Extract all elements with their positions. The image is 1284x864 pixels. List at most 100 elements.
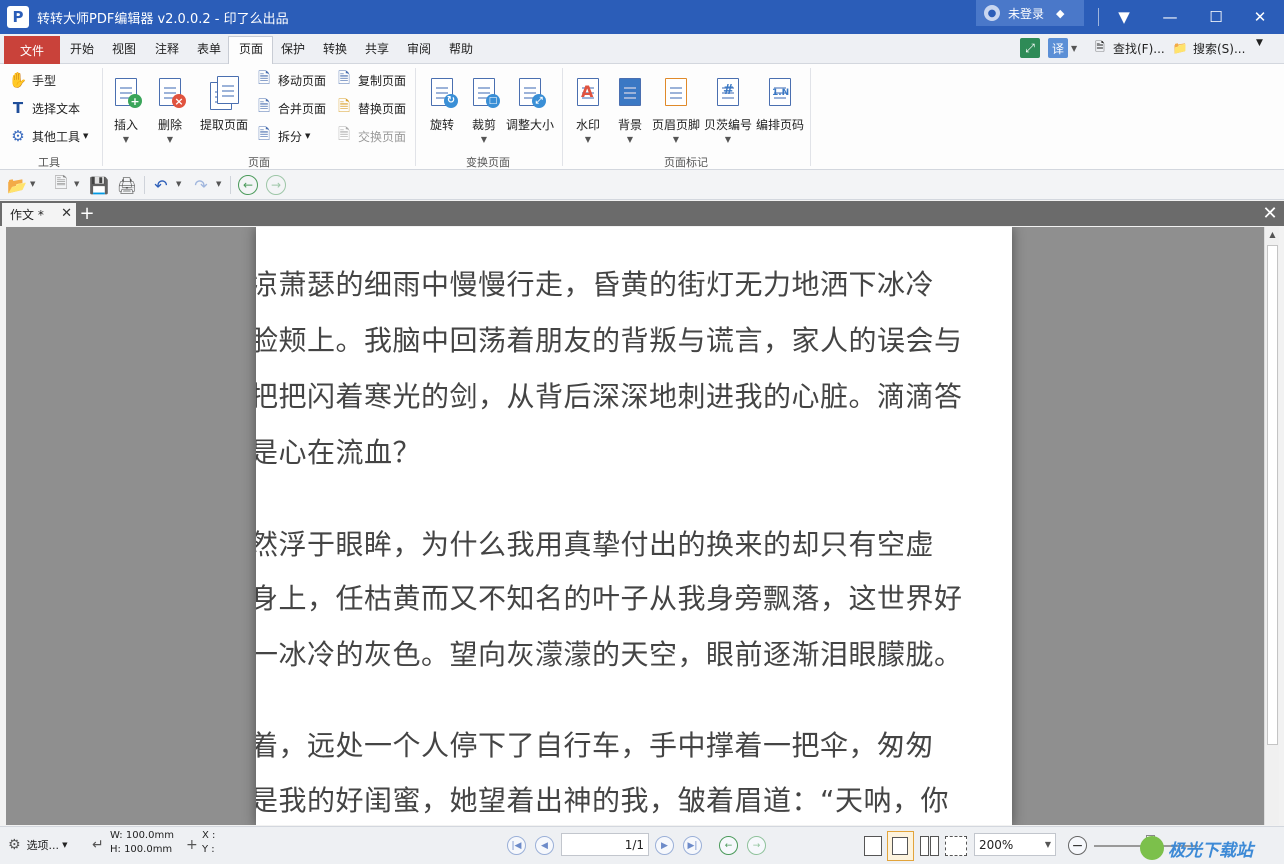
swap-page-icon: 🗎 (337, 124, 351, 143)
chevron-down-icon[interactable]: ▼ (216, 180, 221, 188)
page-text-line: 是我的好闺蜜，她望着出神的我，皱着眉道：“天呐，你 (256, 784, 950, 817)
print-icon[interactable]: 🖨 (116, 174, 138, 196)
add-tab-button[interactable]: + (78, 203, 96, 224)
minimize-button[interactable]: — (1150, 0, 1190, 34)
other-tools-button[interactable]: ⚙ 其他工具 ▼ (8, 126, 88, 146)
chevron-down-icon[interactable]: ▼ (74, 180, 79, 188)
insert-page-icon: + (110, 76, 142, 110)
menu-share[interactable]: 共享 (365, 40, 389, 57)
find-button[interactable]: 🗎 查找(F)... (1090, 38, 1165, 58)
close-button[interactable]: ✕ (1240, 0, 1280, 34)
group-label-transform: 变换页面 (466, 156, 510, 169)
background-button[interactable]: 背景 ▼ (614, 76, 646, 145)
fullscreen-icon: ⤢ (1020, 38, 1040, 58)
watermark-button[interactable]: A 水印 ▼ (572, 76, 604, 145)
document-tab-bar: 作文 * ✕ + ✕ (0, 201, 1284, 226)
single-page-view-icon[interactable] (864, 836, 882, 856)
login-button[interactable]: ● 未登录 ◆ (976, 0, 1084, 26)
close-tab-icon[interactable]: ✕ (61, 206, 72, 221)
undo-icon[interactable]: ↶ (150, 174, 172, 196)
rotate-button[interactable]: ↻ 旋转 (426, 76, 458, 133)
find-icon: 🗎 (1095, 39, 1105, 54)
grid-view-icon[interactable] (945, 836, 967, 856)
page-text-line: 脸颊上。我脑中回荡着朋友的背叛与谎言，家人的误会与 (256, 324, 963, 357)
menu-more-button[interactable]: ▼ (1256, 38, 1263, 48)
menu-protect[interactable]: 保护 (281, 40, 305, 57)
merge-page-label: 合并页面 (278, 101, 327, 116)
translate-button[interactable]: 译 ▼ (1048, 38, 1077, 58)
menu-view[interactable]: 视图 (112, 40, 136, 57)
zoom-value: 200% (979, 837, 1014, 852)
chevron-down-icon: ▼ (672, 135, 680, 144)
user-icon: ● (984, 5, 1000, 21)
chevron-down-icon: ▼ (166, 135, 174, 144)
titlebar-separator (1098, 8, 1099, 26)
header-footer-label: 页眉页脚 (652, 118, 701, 132)
copy-page-button[interactable]: 🗎 复制页面 (334, 68, 406, 90)
delete-label: 删除 (157, 118, 182, 132)
copy-page-icon: 🗎 (337, 68, 351, 87)
extract-page-button[interactable]: 提取页面 (200, 76, 248, 133)
forward-button[interactable]: → (265, 174, 287, 196)
back-button[interactable]: ← (237, 174, 259, 196)
document-tab[interactable]: 作文 * ✕ (2, 203, 76, 226)
crop-icon: □ (468, 76, 500, 110)
page-number-input[interactable]: 1/1 (561, 833, 649, 856)
title-bar: P 转转大师PDF编辑器 v2.0.0.2 - 印了么出品 ● 未登录 ◆ ▼ … (0, 0, 1284, 34)
open-folder-icon[interactable]: 📂 (6, 174, 28, 196)
chevron-down-icon[interactable]: ▼ (176, 180, 181, 188)
menu-annotate[interactable]: 注释 (155, 40, 179, 57)
menu-start[interactable]: 开始 (70, 40, 94, 57)
ribbon-toggle-button[interactable]: ▼ (1104, 0, 1144, 34)
insert-page-button[interactable]: + 插入 ▼ (110, 76, 142, 145)
scrollbar-thumb[interactable] (1267, 245, 1278, 745)
save-icon[interactable]: 💾 (88, 174, 110, 196)
group-label-tools: 工具 (38, 156, 60, 169)
watermark-logo-icon (1140, 836, 1164, 860)
previous-page-button[interactable]: ◀ (535, 836, 554, 855)
header-footer-button[interactable]: 页眉页脚 ▼ (652, 76, 700, 145)
vertical-scrollbar[interactable]: ▲ (1264, 227, 1279, 825)
scroll-up-icon[interactable]: ▲ (1265, 227, 1280, 242)
close-all-icon[interactable]: ✕ (1260, 203, 1280, 224)
search-button[interactable]: 📁 搜索(S)... (1170, 38, 1246, 58)
redo-icon[interactable]: ↷ (190, 174, 212, 196)
delete-page-button[interactable]: × 删除 ▼ (154, 76, 186, 145)
replace-page-button[interactable]: 🗎 替换页面 (334, 97, 406, 118)
zoom-select[interactable]: 200% ▼ (974, 833, 1056, 856)
hand-tool-button[interactable]: ✋ 手型 (8, 70, 56, 90)
split-page-button[interactable]: 🗎 拆分 ▼ (254, 124, 310, 146)
last-page-button[interactable]: ▶| (683, 836, 702, 855)
pdf-page[interactable]: 凉萧瑟的细雨中慢慢行走，昏黄的街灯无力地洒下冰冷 脸颊上。我脑中回荡着朋友的背叛… (256, 227, 1012, 825)
menu-help[interactable]: 帮助 (449, 40, 473, 57)
maximize-button[interactable]: ☐ (1196, 0, 1236, 34)
page-number-button[interactable]: 1.N 编排页码 (756, 76, 804, 133)
fit-page-button[interactable]: ⤢ (1020, 38, 1043, 58)
resize-button[interactable]: ⤢ 调整大小 (506, 76, 554, 133)
new-document-icon[interactable]: 🗎 (50, 173, 72, 196)
chevron-down-icon: ▼ (122, 135, 130, 144)
menu-file[interactable]: 文件 (4, 36, 60, 64)
chevron-down-icon[interactable]: ▼ (30, 180, 35, 188)
move-page-button[interactable]: 🗎 移动页面 (254, 69, 326, 90)
menu-form[interactable]: 表单 (197, 40, 221, 57)
menu-page[interactable]: 页面 (239, 40, 263, 57)
bates-number-button[interactable]: # 贝茨编号 ▼ (704, 76, 752, 145)
menu-convert[interactable]: 转换 (323, 40, 347, 57)
group-separator (562, 68, 563, 166)
zoom-out-button[interactable]: − (1068, 836, 1087, 855)
swap-page-button[interactable]: 🗎 交换页面 (334, 124, 406, 146)
document-viewport[interactable]: 凉萧瑟的细雨中慢慢行走，昏黄的街灯无力地洒下冰冷 脸颊上。我脑中回荡着朋友的背叛… (6, 227, 1264, 825)
split-page-icon: 🗎 (257, 124, 271, 143)
merge-page-button[interactable]: 🗎 合并页面 (254, 97, 327, 118)
crop-button[interactable]: □ 裁剪 ▼ (468, 76, 500, 145)
menu-review[interactable]: 审阅 (407, 40, 431, 57)
first-page-button[interactable]: |◀ (507, 836, 526, 855)
next-page-button[interactable]: ▶ (655, 836, 674, 855)
select-text-button[interactable]: T 选择文本 (8, 98, 80, 118)
back-view-button[interactable]: ← (719, 836, 738, 855)
insert-label: 插入 (113, 118, 138, 132)
options-button[interactable]: ⚙ 选项... ▼ (8, 837, 67, 853)
two-page-view-icon[interactable] (920, 836, 929, 856)
forward-view-button[interactable]: → (747, 836, 766, 855)
